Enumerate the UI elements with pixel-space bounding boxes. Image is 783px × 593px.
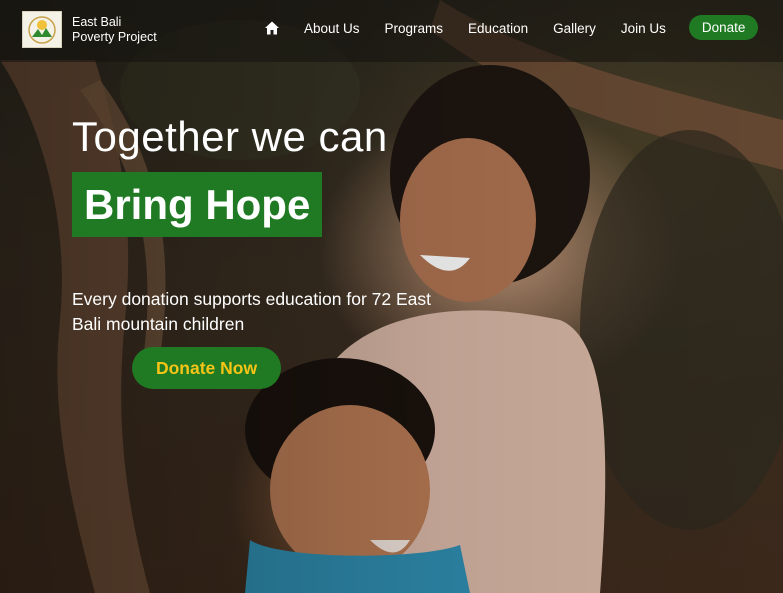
- nav-join-us[interactable]: Join Us: [621, 21, 666, 36]
- nav-programs[interactable]: Programs: [385, 21, 444, 36]
- nav-donate-button[interactable]: Donate: [688, 15, 759, 40]
- nav-education[interactable]: Education: [468, 21, 528, 36]
- nav-about-us[interactable]: About Us: [304, 21, 360, 36]
- home-icon[interactable]: [264, 20, 280, 36]
- brand-line-1: East Bali: [72, 15, 122, 29]
- brand-name[interactable]: East Bali Poverty Project: [72, 15, 157, 45]
- hero-heading: Together we can: [72, 113, 388, 160]
- nav-gallery[interactable]: Gallery: [553, 21, 596, 36]
- hero-subtitle: Every donation supports education for 72…: [72, 289, 431, 334]
- top-navbar: East Bali Poverty Project About Us Progr…: [0, 0, 783, 62]
- brand-line-2: Poverty Project: [72, 30, 157, 44]
- donate-now-button[interactable]: Donate Now: [132, 347, 281, 389]
- main-nav: About Us Programs Education Gallery Join…: [264, 15, 759, 40]
- hero-highlight-heading: Bring Hope: [72, 172, 323, 237]
- hero-section: East Bali Poverty Project About Us Progr…: [0, 0, 783, 593]
- organization-logo-icon[interactable]: [22, 11, 62, 48]
- logo-emblem-icon: [28, 15, 56, 44]
